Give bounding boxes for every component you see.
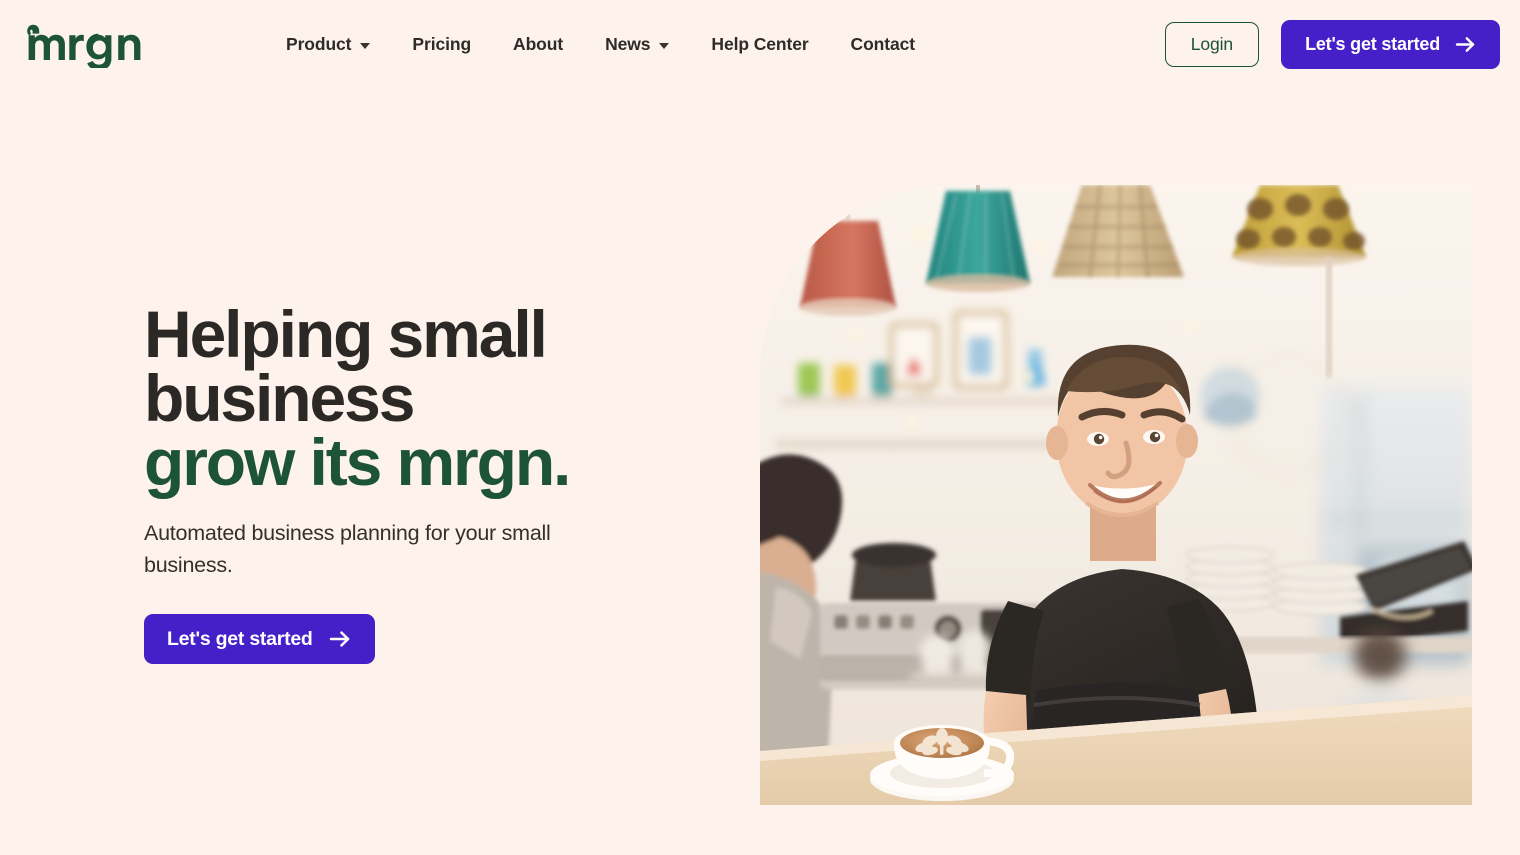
arrow-right-icon (329, 629, 352, 649)
page-title: Helping small business grow its mrgn. (144, 301, 664, 499)
header-cta-label: Let's get started (1305, 33, 1440, 54)
nav-item-pricing[interactable]: Pricing (391, 0, 492, 88)
nav-item-label: Help Center (711, 33, 809, 54)
headline-line-2: business (144, 361, 415, 435)
chevron-down-icon (659, 42, 670, 49)
hero-copy: Helping small business grow its mrgn. Au… (144, 301, 664, 664)
hero-subheading: Automated business planning for your sma… (144, 521, 551, 577)
chevron-down-icon (360, 42, 371, 49)
nav-item-help-center[interactable]: Help Center (690, 0, 829, 88)
headline-accent: grow its mrgn. (144, 425, 571, 499)
mrgn-wordmark-logo (27, 24, 141, 68)
nav-item-label: About (513, 33, 564, 54)
login-button[interactable]: Login (1164, 21, 1260, 67)
arrow-right-icon (1455, 35, 1476, 54)
hero-cta-label: Let's get started (167, 627, 313, 650)
hero-image (760, 185, 1472, 805)
cafe-owner-photo (760, 185, 1472, 805)
nav-item-label: News (605, 33, 651, 54)
headline-line-1: Helping small (144, 297, 548, 371)
nav-item-contact[interactable]: Contact (830, 0, 936, 88)
nav-item-label: Pricing (412, 33, 472, 54)
hero-get-started-button[interactable]: Let's get started (144, 614, 375, 664)
nav-item-label: Contact (850, 33, 916, 54)
nav-item-news[interactable]: News (584, 0, 690, 88)
header-get-started-button[interactable]: Let's get started (1281, 19, 1500, 69)
nav-item-about[interactable]: About (492, 0, 584, 88)
brand-logo[interactable] (24, 22, 174, 68)
primary-nav: Product Pricing About News Help Center C… (286, 0, 936, 88)
hero-section: Helping small business grow its mrgn. Au… (0, 88, 1520, 855)
header-actions: Login Let's get started (1164, 0, 1500, 88)
nav-item-label: Product (286, 33, 352, 54)
nav-item-product[interactable]: Product (286, 0, 391, 88)
site-header: Product Pricing About News Help Center C… (0, 0, 1520, 88)
